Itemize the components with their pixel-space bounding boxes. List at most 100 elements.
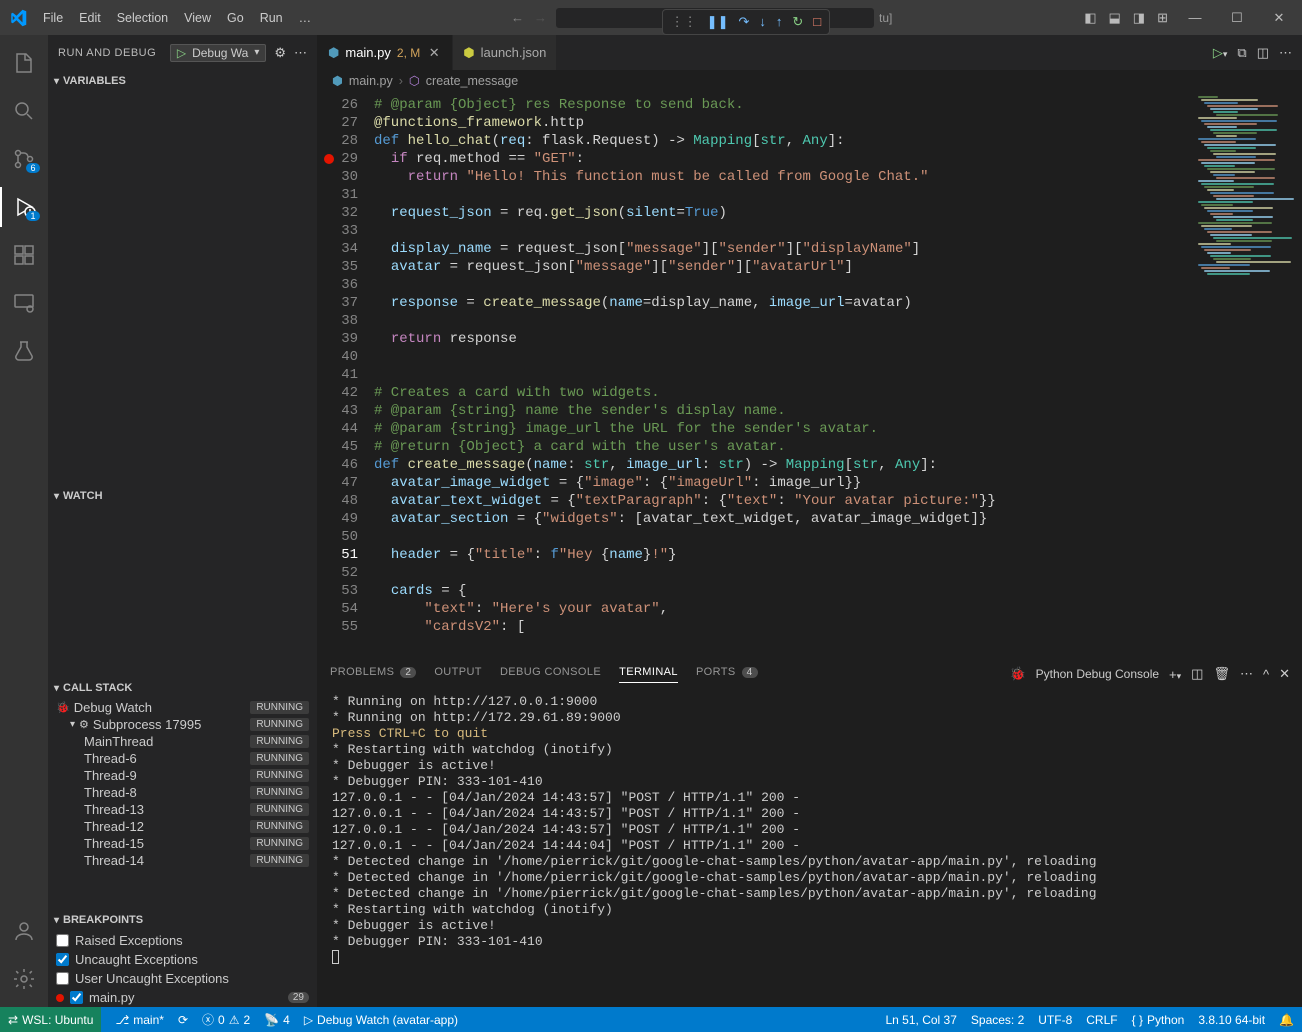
code-editor[interactable]: 2627282930313233343536373839404142434445…	[318, 92, 1302, 657]
close-button[interactable]: ✕	[1264, 10, 1294, 26]
debug-floating-toolbar[interactable]: ⋮⋮ ❚❚ ↷ ↓ ↑ ↻ □	[662, 9, 830, 35]
tab-terminal[interactable]: TERMINAL	[619, 666, 678, 683]
kill-terminal-icon[interactable]: 🗑	[1213, 666, 1230, 682]
new-terminal-icon[interactable]: +▾	[1169, 667, 1181, 682]
terminal-output[interactable]: * Running on http://127.0.0.1:9000 * Run…	[318, 690, 1302, 1007]
symbol-method-icon: ⬡	[409, 73, 420, 88]
chevron-down-icon[interactable]: ▾	[254, 47, 259, 58]
debug-step-out-icon[interactable]: ↑	[776, 14, 783, 29]
layout-custom-icon[interactable]: ⊞	[1157, 10, 1168, 26]
editor-tab[interactable]: ⬢launch.json	[453, 35, 557, 70]
panel-more-icon[interactable]: ⋯	[1240, 666, 1253, 682]
start-debug-icon[interactable]: ▷	[177, 46, 186, 60]
editor-tab[interactable]: ⬢main.py2, M✕	[318, 35, 453, 70]
terminal-profile-name[interactable]: Python Debug Console	[1036, 667, 1159, 681]
section-variables[interactable]: ▾VARIABLES	[48, 70, 317, 92]
panel-close-icon[interactable]: ✕	[1279, 666, 1290, 682]
callstack-row[interactable]: Thread-9RUNNING	[48, 767, 317, 784]
breakpoint-dot-icon	[56, 994, 64, 1002]
split-terminal-icon[interactable]: ◫	[1191, 666, 1203, 682]
layout-panel-icon[interactable]: ⬓	[1109, 10, 1121, 26]
more-icon[interactable]: ⋯	[294, 45, 307, 61]
menu-run[interactable]: Run	[252, 11, 291, 25]
callstack-row[interactable]: MainThreadRUNNING	[48, 733, 317, 750]
status-indent[interactable]: Spaces: 2	[971, 1013, 1024, 1027]
bp-raised[interactable]: Raised Exceptions	[48, 931, 317, 950]
menu-edit[interactable]: Edit	[71, 11, 109, 25]
status-ports[interactable]: 📡4	[264, 1013, 290, 1027]
status-encoding[interactable]: UTF-8	[1038, 1013, 1072, 1027]
bp-file-row[interactable]: main.py 29	[48, 988, 317, 1007]
forward-icon[interactable]: →	[534, 10, 547, 25]
layout-secondary-icon[interactable]: ◨	[1133, 10, 1145, 26]
status-remote[interactable]: ⇄WSL: Ubuntu	[0, 1007, 101, 1032]
gear-icon[interactable]: ⚙	[274, 45, 286, 61]
tab-problems[interactable]: PROBLEMS2	[330, 666, 416, 682]
accounts-icon[interactable]	[0, 911, 48, 951]
callstack-row[interactable]: Thread-6RUNNING	[48, 750, 317, 767]
status-language[interactable]: { }Python	[1132, 1013, 1185, 1027]
main-menu[interactable]: FileEditSelectionViewGoRun…	[35, 11, 319, 25]
testing-icon[interactable]	[0, 331, 48, 371]
status-cursor[interactable]: Ln 51, Col 37	[886, 1013, 957, 1027]
debug-pause-icon[interactable]: ❚❚	[707, 14, 729, 30]
debug-config-select[interactable]: ▷ Debug Wa ▾	[170, 44, 267, 62]
callstack-row[interactable]: Thread-12RUNNING	[48, 818, 317, 835]
minimap[interactable]	[1194, 92, 1302, 657]
back-icon[interactable]: ←	[511, 10, 524, 25]
remote-explorer-icon[interactable]	[0, 283, 48, 323]
debug-step-over-icon[interactable]: ↷	[738, 14, 749, 30]
sync-icon: ⟳	[178, 1013, 188, 1027]
debug-stop-icon[interactable]: □	[813, 14, 821, 29]
error-icon: ⓧ	[202, 1011, 214, 1028]
tab-ports[interactable]: PORTS4	[696, 666, 758, 682]
callstack-row[interactable]: Thread-13RUNNING	[48, 801, 317, 818]
run-debug-icon[interactable]: 1	[0, 187, 48, 227]
menu-file[interactable]: File	[35, 11, 71, 25]
tab-output[interactable]: OUTPUT	[434, 666, 482, 682]
status-debug-session[interactable]: ▷Debug Watch (avatar-app)	[304, 1013, 458, 1027]
tab-more-icon[interactable]: ⋯	[1279, 45, 1292, 61]
callstack-row[interactable]: 🐞Debug WatchRUNNING	[48, 699, 317, 716]
explorer-icon[interactable]	[0, 43, 48, 83]
activity-bar: 6 1	[0, 35, 48, 1007]
section-callstack[interactable]: ▾CALL STACK	[48, 677, 317, 699]
section-watch[interactable]: ▾WATCH	[48, 485, 317, 507]
layout-primary-icon[interactable]: ◧	[1084, 10, 1096, 26]
status-notifications-icon[interactable]: 🔔	[1279, 1013, 1294, 1027]
source-control-icon[interactable]: 6	[0, 139, 48, 179]
callstack-row[interactable]: Thread-14RUNNING	[48, 852, 317, 869]
search-icon[interactable]	[0, 91, 48, 131]
split-editor-icon[interactable]: ◫	[1257, 45, 1269, 61]
run-file-icon[interactable]: ▷▾	[1213, 45, 1228, 61]
status-problems[interactable]: ⓧ0⚠2	[202, 1011, 250, 1028]
maximize-button[interactable]: ☐	[1222, 10, 1252, 26]
menu-…[interactable]: …	[291, 11, 320, 25]
debug-step-into-icon[interactable]: ↓	[759, 14, 766, 29]
close-icon[interactable]: ✕	[426, 45, 442, 61]
menu-view[interactable]: View	[176, 11, 219, 25]
menu-go[interactable]: Go	[219, 11, 252, 25]
status-bar: ⇄WSL: Ubuntu ⎇main* ⟳ ⓧ0⚠2 📡4 ▷Debug Wat…	[0, 1007, 1302, 1032]
debug-console-icon[interactable]: ⧉	[1237, 45, 1246, 61]
grip-icon[interactable]: ⋮⋮	[671, 14, 697, 30]
settings-gear-icon[interactable]	[0, 959, 48, 999]
breadcrumbs[interactable]: ⬢ main.py › ⬡ create_message	[318, 70, 1302, 92]
section-breakpoints[interactable]: ▾BREAKPOINTS	[48, 909, 317, 931]
bp-uncaught[interactable]: Uncaught Exceptions	[48, 950, 317, 969]
extensions-icon[interactable]	[0, 235, 48, 275]
panel-maximize-icon[interactable]: ^	[1263, 667, 1269, 682]
status-branch[interactable]: ⎇main*	[115, 1013, 164, 1027]
status-sync[interactable]: ⟳	[178, 1013, 188, 1027]
bp-user-uncaught[interactable]: User Uncaught Exceptions	[48, 969, 317, 988]
callstack-row[interactable]: Thread-15RUNNING	[48, 835, 317, 852]
status-interpreter[interactable]: 3.8.10 64-bit	[1198, 1013, 1265, 1027]
status-eol[interactable]: CRLF	[1086, 1013, 1117, 1027]
minimize-button[interactable]: —	[1180, 10, 1210, 25]
callstack-row[interactable]: ▾⚙Subprocess 17995RUNNING	[48, 716, 317, 733]
menu-selection[interactable]: Selection	[109, 11, 176, 25]
debug-restart-icon[interactable]: ↻	[792, 14, 803, 30]
callstack-row[interactable]: Thread-8RUNNING	[48, 784, 317, 801]
sidebar-title: RUN AND DEBUG	[58, 47, 156, 59]
tab-debug-console[interactable]: DEBUG CONSOLE	[500, 666, 601, 682]
